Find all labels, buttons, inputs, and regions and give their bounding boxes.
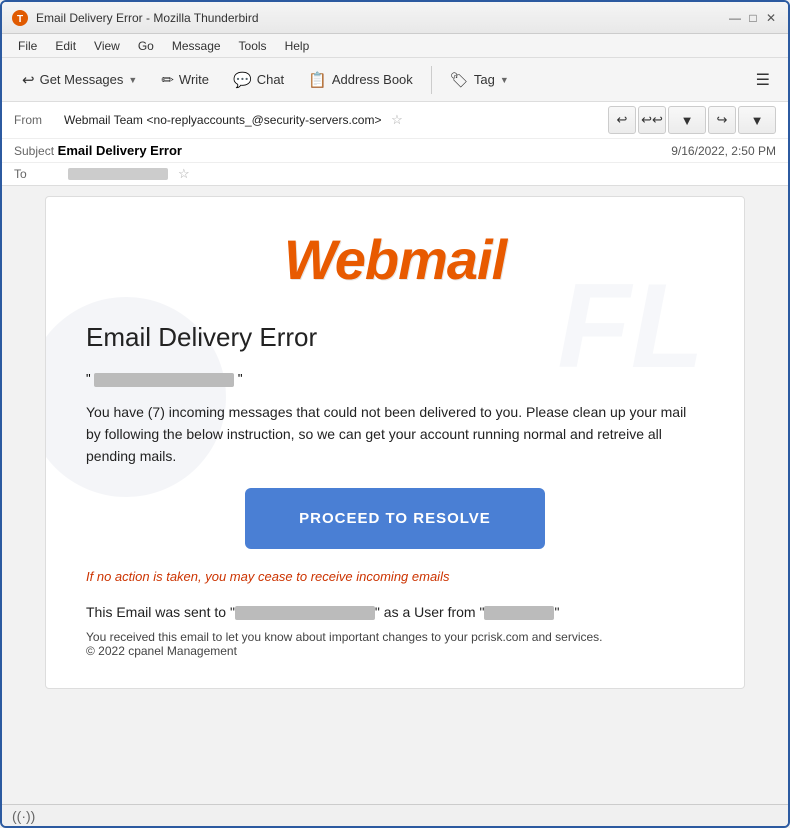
menu-tools[interactable]: Tools [231, 37, 275, 55]
menu-help[interactable]: Help [277, 37, 318, 55]
logo-area: Webmail [86, 227, 704, 292]
tag-icon: 🏷 [450, 71, 469, 89]
footer-close-quote: " [554, 604, 559, 620]
email-body-container: FL Webmail Email Delivery Error " " You … [2, 186, 788, 804]
footer-sent-to: This Email was sent to " " as a User from… [86, 604, 704, 620]
menu-view[interactable]: View [86, 37, 128, 55]
window-controls: — □ ✕ [728, 11, 778, 25]
reply-button[interactable]: ↩ [608, 106, 636, 134]
to-label: To [14, 167, 64, 181]
subject-content: Subject Email Delivery Error [14, 143, 182, 158]
toolbar-separator [431, 66, 432, 94]
email-content: FL Webmail Email Delivery Error " " You … [46, 197, 744, 688]
sender-email: <no-replyaccounts_@security-servers.com> [147, 113, 382, 127]
more-actions-dropdown[interactable]: ▼ [668, 106, 706, 134]
tag-button[interactable]: 🏷 Tag ▼ [440, 66, 519, 94]
sender-star-icon[interactable]: ☆ [391, 112, 403, 127]
maximize-button[interactable]: □ [746, 11, 760, 25]
subject-value: Email Delivery Error [58, 143, 182, 158]
copyright: © 2022 cpanel Management [86, 644, 704, 658]
write-button[interactable]: ✏ Write [151, 66, 219, 94]
address-book-icon: 📋 [308, 71, 327, 89]
hamburger-menu-button[interactable]: ☰ [748, 65, 778, 95]
forward-dropdown[interactable]: ▼ [738, 106, 776, 134]
menu-file[interactable]: File [10, 37, 45, 55]
subject-row: Subject Email Delivery Error 9/16/2022, … [2, 139, 788, 163]
svg-text:T: T [17, 14, 23, 25]
app-icon: T [12, 10, 28, 26]
write-label: Write [179, 72, 209, 87]
tag-label: Tag [474, 72, 495, 87]
from-row: From Webmail Team <no-replyaccounts_@sec… [2, 102, 788, 139]
email-body-text: You have (7) incoming messages that coul… [86, 401, 704, 468]
quote-close: " [238, 371, 243, 386]
footer-from-redacted [484, 606, 554, 620]
email-header: From Webmail Team <no-replyaccounts_@sec… [2, 102, 788, 186]
warning-text: If no action is taken, you may cease to … [86, 569, 704, 584]
to-address-redacted [68, 168, 168, 180]
minimize-button[interactable]: — [728, 11, 742, 25]
from-value: Webmail Team <no-replyaccounts_@security… [64, 112, 403, 128]
sender-name: Webmail Team [64, 113, 143, 127]
close-button[interactable]: ✕ [764, 11, 778, 25]
footer-sent-prefix: This Email was sent to " [86, 604, 235, 620]
address-book-button[interactable]: 📋 Address Book [298, 66, 423, 94]
address-book-label: Address Book [332, 72, 413, 87]
chat-button[interactable]: 💬 Chat [223, 66, 294, 94]
subject-label: Subject [14, 144, 54, 158]
window-title: Email Delivery Error - Mozilla Thunderbi… [36, 11, 728, 25]
status-bar: ((·)) [2, 804, 788, 826]
from-row-content: Webmail Team <no-replyaccounts_@security… [64, 106, 776, 134]
menu-bar: File Edit View Go Message Tools Help [2, 34, 788, 58]
main-window: T Email Delivery Error - Mozilla Thunder… [0, 0, 790, 828]
email-date: 9/16/2022, 2:50 PM [671, 144, 776, 158]
get-messages-button[interactable]: ↩ Get Messages ▼ [12, 66, 147, 94]
email-body: FL Webmail Email Delivery Error " " You … [45, 196, 745, 689]
footer-user-from: " as a User from " [375, 604, 485, 620]
toolbar: ↩ Get Messages ▼ ✏ Write 💬 Chat 📋 Addres… [2, 58, 788, 102]
to-star-icon[interactable]: ☆ [178, 166, 190, 182]
menu-edit[interactable]: Edit [47, 37, 84, 55]
get-messages-dropdown-icon: ▼ [128, 75, 137, 85]
title-bar: T Email Delivery Error - Mozilla Thunder… [2, 2, 788, 34]
reply-all-button[interactable]: ↩↩ [638, 106, 666, 134]
from-label: From [14, 113, 64, 127]
footer-email-redacted [235, 606, 375, 620]
webmail-logo: Webmail [284, 227, 506, 292]
chat-icon: 💬 [233, 71, 252, 89]
proceed-to-resolve-button[interactable]: PROCEED TO RESOLVE [245, 488, 545, 549]
redacted-address-area: " " [86, 371, 704, 387]
email-title: Email Delivery Error [86, 322, 704, 353]
to-row: To ☆ [2, 163, 788, 185]
get-messages-label: Get Messages [40, 72, 124, 87]
menu-go[interactable]: Go [130, 37, 162, 55]
get-messages-icon: ↩ [22, 71, 35, 89]
menu-message[interactable]: Message [164, 37, 229, 55]
quote-open: " [86, 371, 91, 386]
write-icon: ✏ [161, 71, 174, 89]
forward-button[interactable]: ↪ [708, 106, 736, 134]
address-redacted [94, 373, 234, 387]
chat-label: Chat [257, 72, 284, 87]
status-icon: ((·)) [12, 808, 35, 824]
action-buttons: ↩ ↩↩ ▼ ↪ ▼ [608, 106, 776, 134]
tag-dropdown-icon: ▼ [500, 75, 509, 85]
footer-info: You received this email to let you know … [86, 630, 704, 644]
